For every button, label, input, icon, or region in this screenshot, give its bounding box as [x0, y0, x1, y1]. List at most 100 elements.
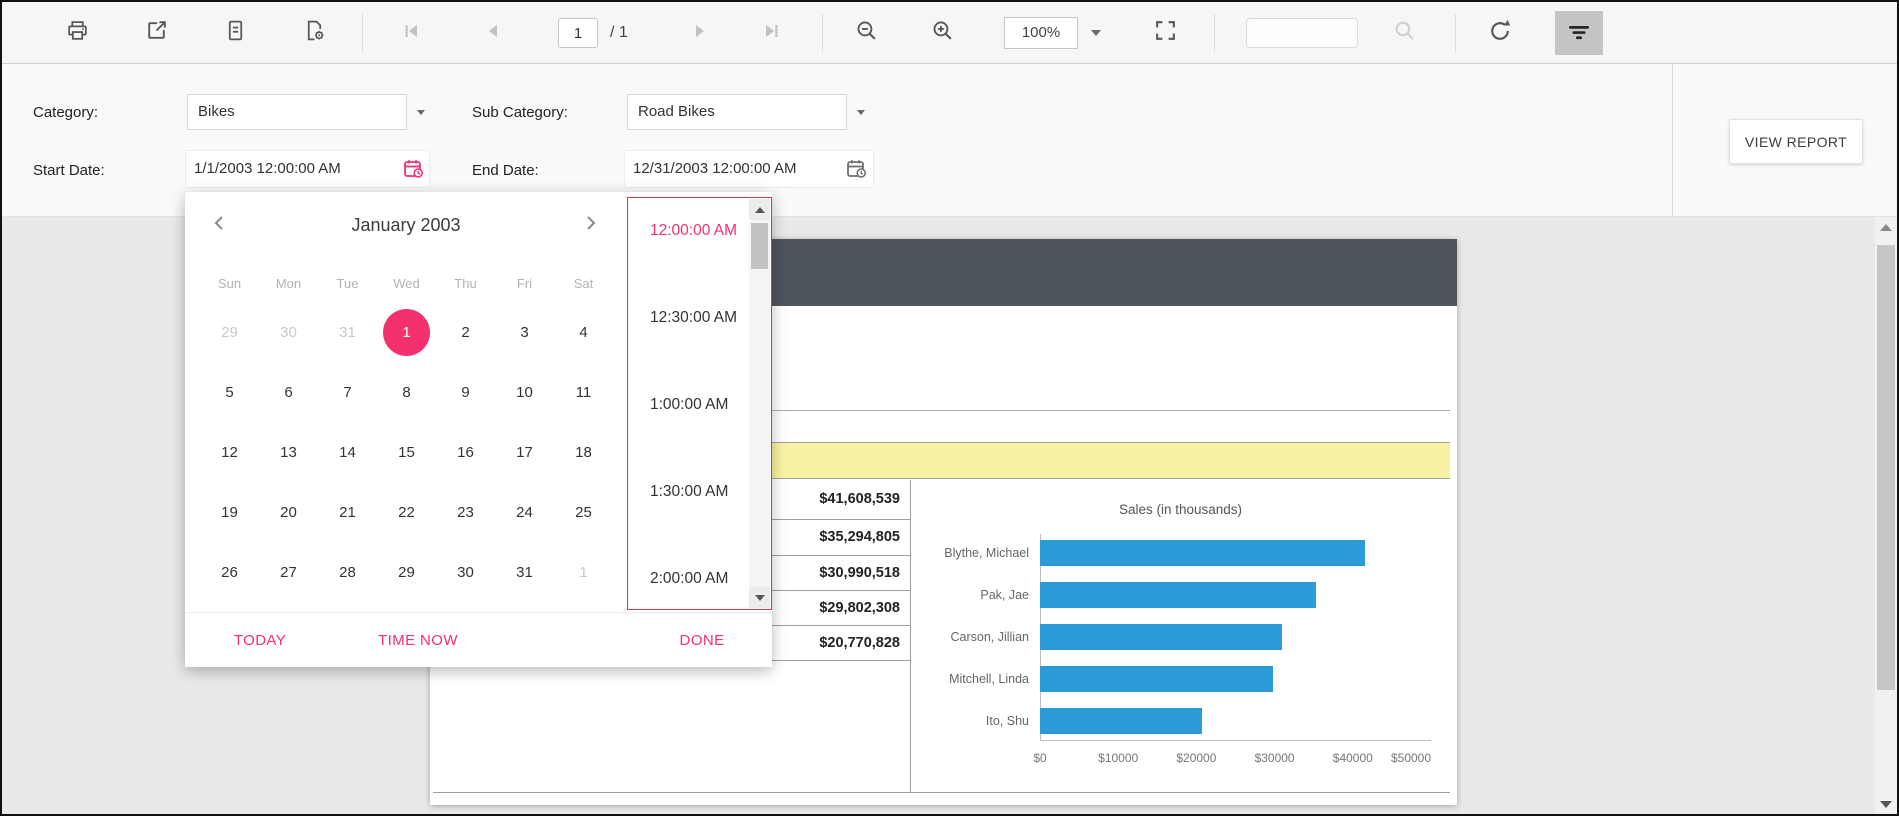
scrollbar-thumb[interactable]: [1877, 245, 1895, 690]
calendar-day[interactable]: 7: [318, 362, 377, 422]
zoom-in-button[interactable]: [924, 15, 960, 51]
last-page-button[interactable]: [754, 15, 790, 51]
calendar-day[interactable]: 4: [554, 302, 613, 362]
start-date-calendar-button[interactable]: [402, 157, 426, 186]
end-date-label: End Date:: [472, 162, 539, 179]
calendar-day[interactable]: 24: [495, 482, 554, 542]
scroll-up-button[interactable]: [1875, 217, 1897, 237]
calendar-day[interactable]: 1: [377, 302, 436, 362]
refresh-button[interactable]: [1482, 15, 1518, 51]
time-panel: 12:00:00 AM 12:30:00 AM 1:00:00 AM 1:30:00 …: [627, 197, 772, 610]
calendar-day[interactable]: 26: [200, 542, 259, 602]
calendar-day[interactable]: 2: [436, 302, 495, 362]
calendar-day[interactable]: 29: [200, 302, 259, 362]
calendar-day[interactable]: 1: [554, 542, 613, 602]
time-scrollbar-thumb[interactable]: [751, 223, 768, 269]
time-now-button[interactable]: TIME NOW: [363, 621, 473, 661]
time-item[interactable]: 12:30:00 AM: [628, 295, 750, 382]
chart-x-axis: [1040, 740, 1431, 741]
chart-bar: [1040, 624, 1282, 650]
day-number: 3: [520, 323, 529, 341]
next-month-button[interactable]: [575, 210, 605, 240]
time-item[interactable]: 12:00:00 AM: [628, 208, 750, 295]
subcategory-dropdown[interactable]: Road Bikes: [627, 94, 847, 130]
day-number: 11: [575, 383, 592, 401]
time-item[interactable]: 2:00:00 AM: [628, 556, 750, 609]
chart-title: Sales (in thousands): [1118, 502, 1243, 517]
category-dropdown[interactable]: Bikes: [187, 94, 407, 130]
page-count-label: / 1: [610, 24, 628, 41]
calendar-day[interactable]: 31: [495, 542, 554, 602]
chart-bar-label: Mitchell, Linda: [949, 672, 1029, 686]
parameters-toggle-button[interactable]: [1555, 11, 1603, 55]
calendar-day[interactable]: 13: [259, 422, 318, 482]
zoom-dropdown-button[interactable]: [1082, 17, 1110, 49]
calendar-day[interactable]: 22: [377, 482, 436, 542]
day-number: 20: [280, 503, 297, 521]
search-button[interactable]: [1386, 15, 1422, 51]
zoom-level-value[interactable]: 100%: [1004, 17, 1078, 49]
day-number: 6: [284, 383, 293, 401]
day-number: 26: [221, 563, 238, 581]
next-page-button[interactable]: [682, 15, 718, 51]
first-page-button[interactable]: [393, 15, 429, 51]
end-date-calendar-button[interactable]: [845, 157, 869, 186]
scroll-down-button[interactable]: [1875, 794, 1897, 814]
start-date-input[interactable]: 1/1/2003 12:00:00 AM: [185, 150, 430, 188]
calendar-day[interactable]: 31: [318, 302, 377, 362]
time-scrollbar[interactable]: [749, 199, 770, 608]
day-number: 25: [575, 503, 592, 521]
calendar-day[interactable]: 10: [495, 362, 554, 422]
subcategory-dropdown-button[interactable]: [847, 94, 875, 130]
page-number-input[interactable]: [558, 18, 598, 48]
calendar-day[interactable]: 30: [436, 542, 495, 602]
previous-page-button[interactable]: [475, 15, 511, 51]
day-number: 14: [339, 443, 356, 461]
page-setup-button[interactable]: [296, 15, 332, 51]
time-scroll-up-button[interactable]: [749, 199, 770, 220]
calendar-day[interactable]: 11: [554, 362, 613, 422]
search-input[interactable]: [1246, 18, 1358, 48]
zoom-out-button[interactable]: [848, 15, 884, 51]
calendar-day[interactable]: 8: [377, 362, 436, 422]
window-scrollbar[interactable]: [1875, 217, 1897, 814]
print-layout-icon: [223, 18, 248, 48]
calendar-day[interactable]: 3: [495, 302, 554, 362]
calendar-day[interactable]: 5: [200, 362, 259, 422]
calendar-day[interactable]: 19: [200, 482, 259, 542]
day-number: 19: [221, 503, 238, 521]
chart-bar: [1040, 540, 1365, 566]
calendar-day[interactable]: 17: [495, 422, 554, 482]
calendar-day[interactable]: 16: [436, 422, 495, 482]
zoom-out-icon: [854, 18, 879, 48]
category-dropdown-button[interactable]: [407, 94, 435, 130]
print-layout-button[interactable]: [217, 15, 253, 51]
done-button[interactable]: DONE: [667, 621, 737, 661]
calendar-day[interactable]: 15: [377, 422, 436, 482]
calendar-day[interactable]: 12: [200, 422, 259, 482]
time-item[interactable]: 1:30:00 AM: [628, 469, 750, 556]
chevron-down-icon: [857, 109, 865, 115]
calendar-day[interactable]: 29: [377, 542, 436, 602]
calendar-day[interactable]: 14: [318, 422, 377, 482]
chart-axis-tick-label: $20000: [1176, 751, 1217, 765]
export-button[interactable]: [138, 15, 174, 51]
calendar-day[interactable]: 9: [436, 362, 495, 422]
calendar-day[interactable]: 30: [259, 302, 318, 362]
end-date-input[interactable]: 12/31/2003 12:00:00 AM: [624, 150, 874, 188]
app-window: / 1 100% Category:: [0, 0, 1899, 816]
today-button[interactable]: TODAY: [225, 621, 295, 661]
calendar-day[interactable]: 20: [259, 482, 318, 542]
calendar-day[interactable]: 23: [436, 482, 495, 542]
time-scroll-down-button[interactable]: [749, 587, 770, 608]
calendar-day[interactable]: 6: [259, 362, 318, 422]
calendar-day[interactable]: 28: [318, 542, 377, 602]
print-button[interactable]: [59, 15, 95, 51]
view-report-button[interactable]: VIEW REPORT: [1729, 119, 1863, 164]
time-item[interactable]: 1:00:00 AM: [628, 382, 750, 469]
calendar-day[interactable]: 21: [318, 482, 377, 542]
calendar-day[interactable]: 25: [554, 482, 613, 542]
fit-to-page-button[interactable]: [1147, 15, 1183, 51]
calendar-day[interactable]: 18: [554, 422, 613, 482]
calendar-day[interactable]: 27: [259, 542, 318, 602]
